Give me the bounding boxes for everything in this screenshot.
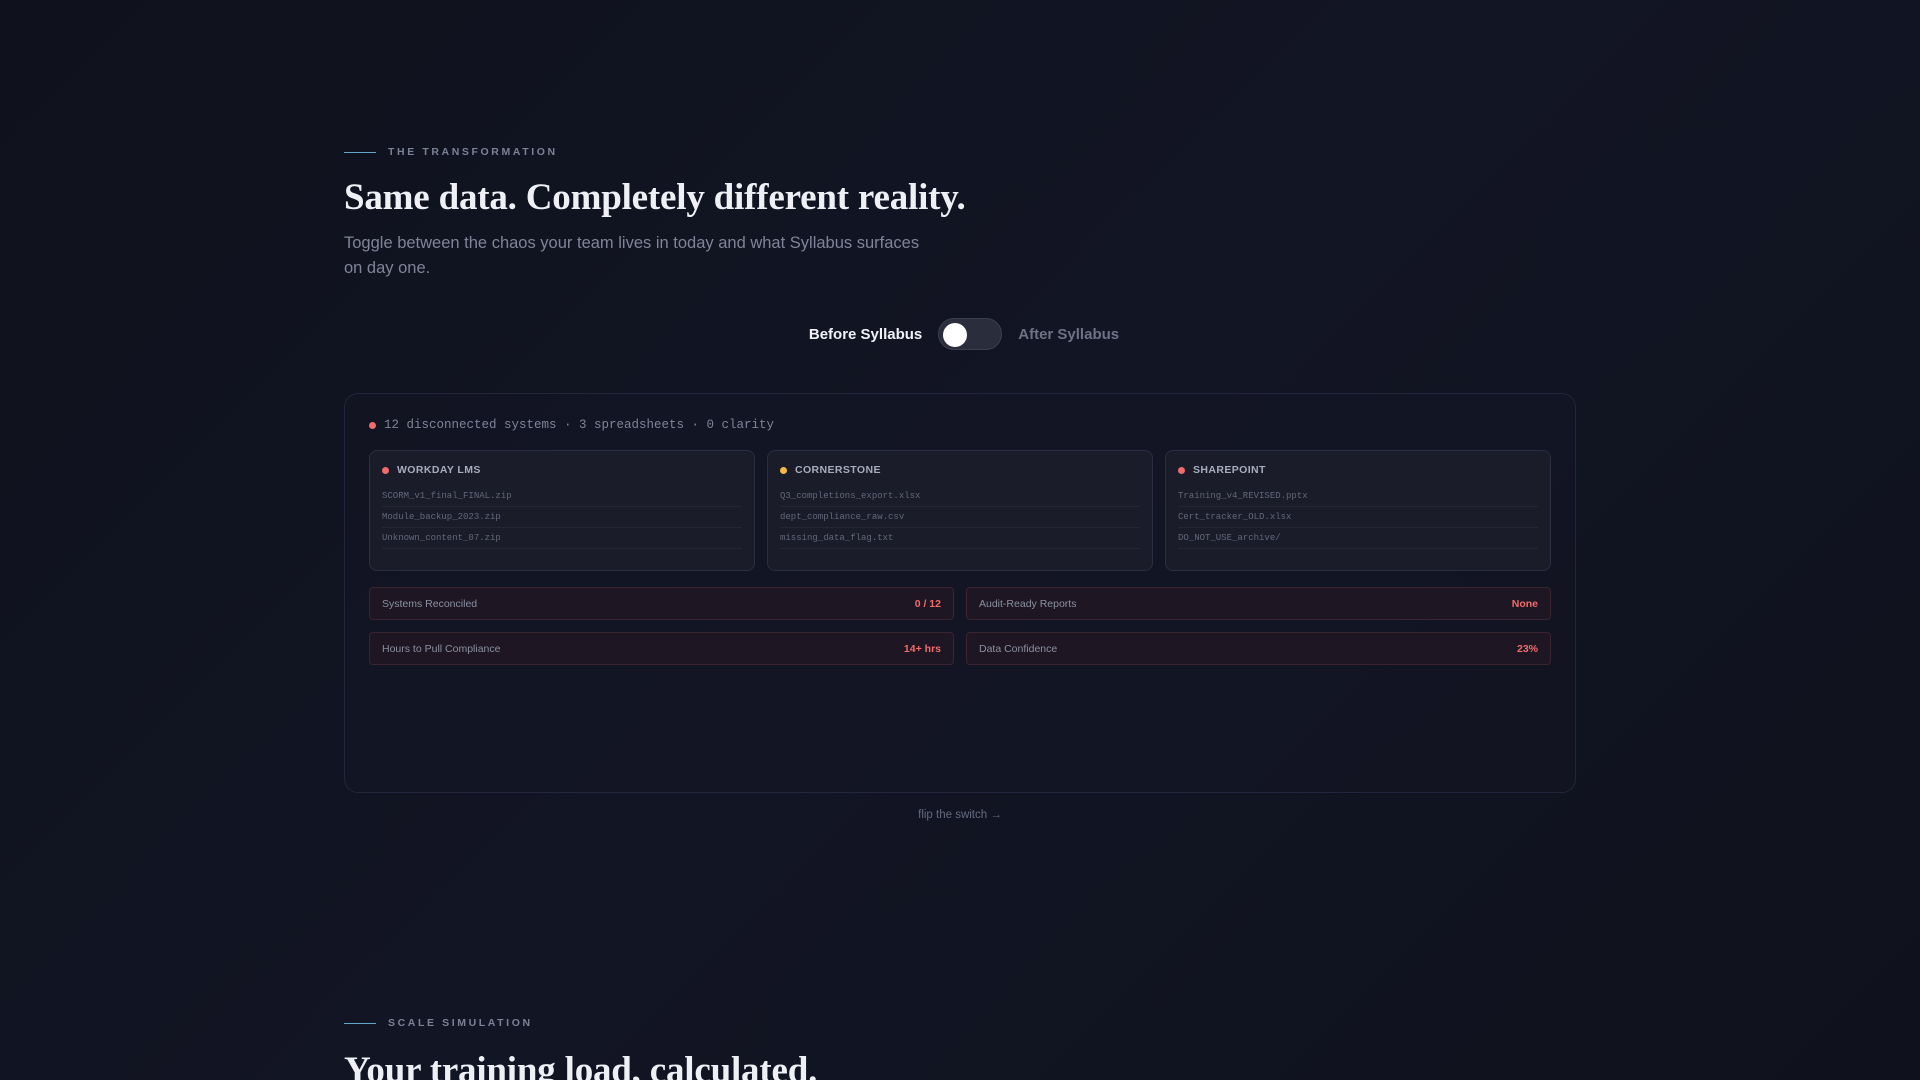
scale-section: SCALE SIMULATION Your training load, cal… — [344, 1017, 1576, 1080]
system-card-cornerstone: CORNERSTONE Q3_completions_export.xlsx d… — [767, 450, 1153, 571]
file-item: SCORM_v1_final_FINAL.zip — [382, 486, 742, 507]
panel-status: 12 disconnected systems · 3 spreadsheets… — [369, 418, 1551, 432]
metrics-grid: Systems Reconciled 0 / 12 Audit-Ready Re… — [369, 587, 1551, 665]
transformation-section: THE TRANSFORMATION Same data. Completely… — [344, 146, 1576, 281]
file-item: Training_v4_REVISED.pptx — [1178, 486, 1538, 507]
metric-value: 14+ hrs — [903, 642, 941, 655]
system-name: CORNERSTONE — [795, 464, 881, 476]
eyebrow: SCALE SIMULATION — [344, 1017, 1576, 1029]
file-item: DO_NOT_USE_archive/ — [1178, 528, 1538, 549]
eyebrow-line — [344, 151, 376, 153]
before-after-toggle-row: Before Syllabus After Syllabus — [0, 318, 1920, 350]
file-item: Unknown_content_07.zip — [382, 528, 742, 549]
system-card-workday: WORKDAY LMS SCORM_v1_final_FINAL.zip Mod… — [369, 450, 755, 571]
file-item: Q3_completions_export.xlsx — [780, 486, 1140, 507]
system-card-sharepoint: SHAREPOINT Training_v4_REVISED.pptx Cert… — [1165, 450, 1551, 571]
metric-data-confidence: Data Confidence 23% — [966, 632, 1551, 665]
metric-label: Systems Reconciled — [382, 597, 478, 610]
file-item: Module_backup_2023.zip — [382, 507, 742, 528]
status-dot-icon — [1178, 466, 1185, 474]
status-text: 12 disconnected systems · 3 spreadsheets… — [384, 418, 775, 432]
before-label[interactable]: Before Syllabus — [809, 326, 922, 343]
metric-audit-ready-reports: Audit-Ready Reports None — [966, 587, 1551, 620]
status-dot-icon — [382, 466, 389, 474]
system-name: WORKDAY LMS — [397, 464, 481, 476]
file-item: dept_compliance_raw.csv — [780, 507, 1140, 528]
eyebrow-text: THE TRANSFORMATION — [388, 146, 558, 158]
section-title: Your training load, calculated. — [344, 1050, 818, 1080]
file-item: missing_data_flag.txt — [780, 528, 1140, 549]
eyebrow-line — [344, 1022, 376, 1024]
section-title: Same data. Completely different reality. — [344, 177, 966, 218]
after-label[interactable]: After Syllabus — [1018, 326, 1119, 343]
section-subtitle: Toggle between the chaos your team lives… — [344, 234, 920, 277]
eyebrow-text: SCALE SIMULATION — [388, 1017, 533, 1029]
metric-label: Audit-Ready Reports — [979, 597, 1077, 610]
status-dot-icon — [369, 421, 376, 429]
file-item: Cert_tracker_OLD.xlsx — [1178, 507, 1538, 528]
metric-label: Hours to Pull Compliance — [382, 642, 501, 655]
eyebrow: THE TRANSFORMATION — [344, 146, 1576, 158]
switch-knob — [943, 323, 968, 347]
systems-row: WORKDAY LMS SCORM_v1_final_FINAL.zip Mod… — [369, 450, 1551, 571]
before-after-switch[interactable] — [938, 318, 1003, 350]
metric-systems-reconciled: Systems Reconciled 0 / 12 — [369, 587, 954, 620]
metric-value: None — [1511, 597, 1538, 610]
metric-hours-to-pull-compliance: Hours to Pull Compliance 14+ hrs — [369, 632, 954, 665]
before-panel: 12 disconnected systems · 3 spreadsheets… — [344, 393, 1576, 793]
metric-value: 0 / 12 — [914, 597, 941, 610]
flip-switch-hint: flip the switch → — [918, 809, 1002, 821]
metric-label: Data Confidence — [979, 642, 1058, 655]
system-name: SHAREPOINT — [1193, 464, 1266, 476]
status-dot-icon — [780, 466, 787, 474]
metric-value: 23% — [1516, 642, 1538, 655]
